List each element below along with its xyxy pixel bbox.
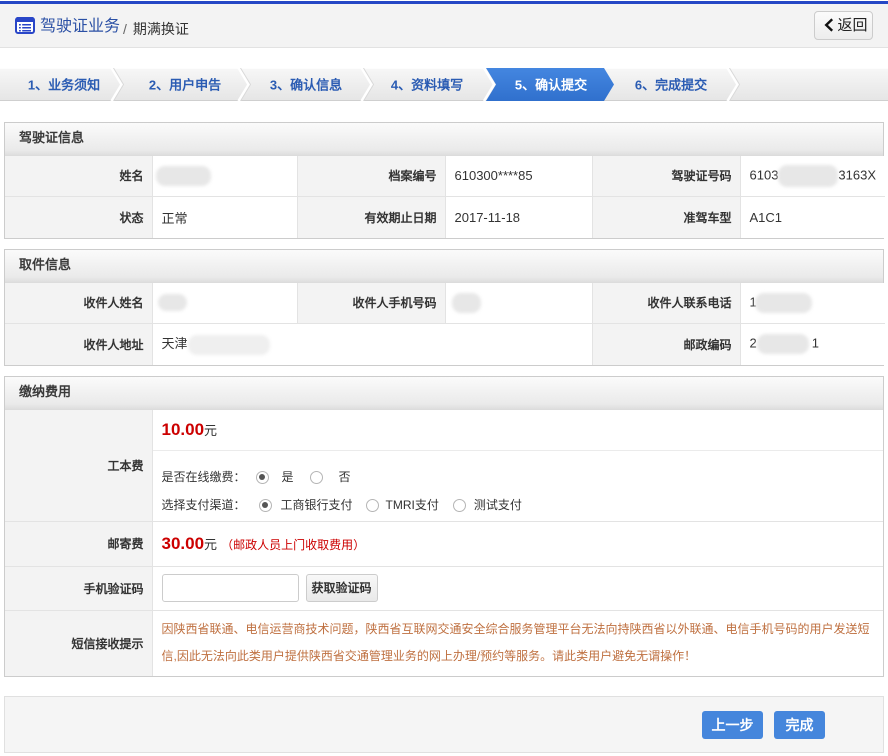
svg-text:2、用户申告: 2、用户申告 bbox=[149, 78, 221, 93]
svg-text:3、确认信息: 3、确认信息 bbox=[270, 78, 342, 93]
svg-text:6、完成提交: 6、完成提交 bbox=[635, 78, 707, 93]
svg-text:4、资料填写: 4、资料填写 bbox=[391, 78, 463, 93]
svg-text:5、确认提交: 5、确认提交 bbox=[515, 78, 587, 93]
svg-text:1、业务须知: 1、业务须知 bbox=[28, 78, 100, 93]
